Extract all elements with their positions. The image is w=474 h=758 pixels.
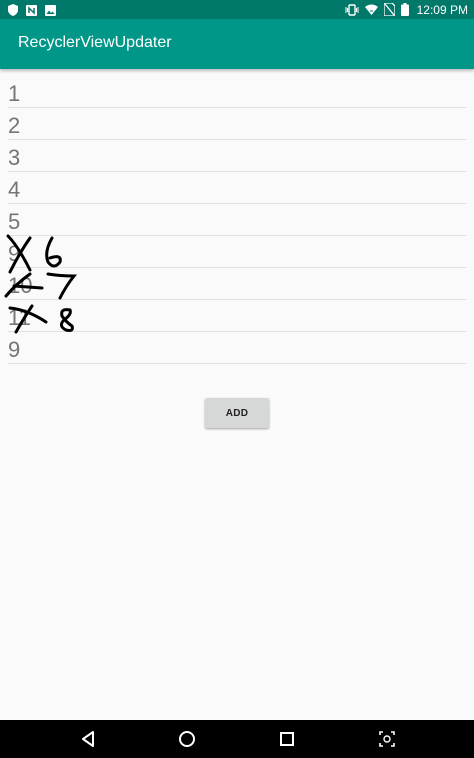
list-item[interactable]: 10 (8, 268, 466, 300)
list-item-label: 11 (8, 305, 31, 330)
list-item[interactable]: 2 (8, 108, 466, 140)
home-icon[interactable] (177, 729, 197, 749)
recycler-list[interactable]: 1 2 3 4 5 9 10 11 9 (8, 76, 466, 364)
image-icon (45, 4, 56, 16)
navigation-bar (0, 720, 474, 758)
shield-icon (8, 4, 18, 16)
app-bar: RecyclerViewUpdater (0, 19, 474, 69)
list-item[interactable]: 9 (8, 332, 466, 364)
list-item-label: 9 (8, 241, 21, 266)
add-button[interactable]: ADD (205, 398, 269, 428)
recents-icon[interactable] (277, 729, 297, 749)
list-item[interactable]: 4 (8, 172, 466, 204)
list-item[interactable]: 1 (8, 76, 466, 108)
list-item-label: 1 (8, 81, 21, 106)
list-item[interactable]: 11 (8, 300, 466, 332)
list-item-label: 2 (8, 113, 21, 138)
vibrate-icon (345, 3, 359, 16)
app-title: RecyclerViewUpdater (18, 34, 172, 51)
screenshot-icon[interactable] (377, 729, 397, 749)
list-item[interactable]: 9 (8, 236, 466, 268)
list-item-label: 5 (8, 209, 21, 234)
status-system: 12:09 PM (345, 2, 468, 17)
wifi-icon (364, 4, 378, 15)
status-bar: 12:09 PM (0, 0, 474, 19)
list-item-label: 9 (8, 337, 21, 362)
list-item-label: 4 (8, 177, 21, 202)
no-sim-icon (383, 3, 395, 16)
list-item-label: 10 (8, 273, 33, 298)
n-notification-icon (26, 4, 37, 16)
list-item[interactable]: 3 (8, 140, 466, 172)
back-icon[interactable] (79, 729, 99, 749)
list-item[interactable]: 5 (8, 204, 466, 236)
list-item-label: 3 (8, 145, 21, 170)
status-time: 12:09 PM (416, 2, 468, 17)
status-notifications (8, 3, 56, 17)
battery-icon (400, 3, 409, 16)
